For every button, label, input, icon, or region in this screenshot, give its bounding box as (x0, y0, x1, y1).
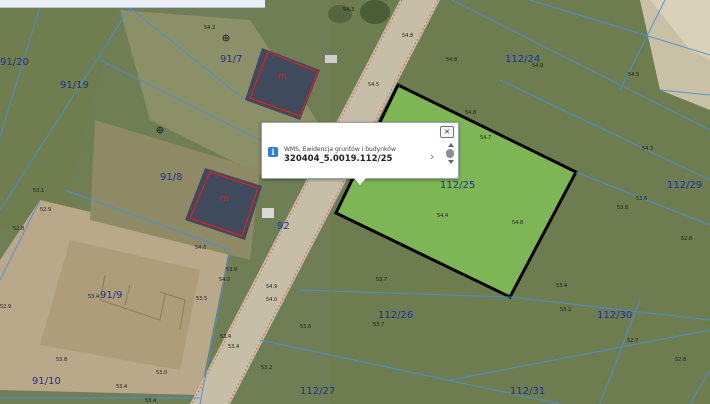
elevation-label: 53.4 (145, 398, 157, 404)
elevation-label: 53.4 (228, 344, 240, 350)
elevation-label: 53.7 (376, 277, 388, 283)
popup-pointer (354, 178, 366, 185)
elevation-label: 53.4 (88, 294, 100, 300)
parcel-label: 91/19 (60, 80, 89, 91)
elevation-label: 54.3 (343, 7, 355, 13)
elevation-label: 54.8 (446, 57, 458, 63)
scroll-up-icon[interactable] (448, 143, 454, 147)
elevation-label: 53.2 (560, 307, 572, 313)
elevation-label: 54.9 (266, 284, 278, 290)
elevation-label: 53.4 (556, 283, 568, 289)
popup-layer-source: WMS, Ewidencja gruntów i budynków (284, 146, 396, 153)
parcel-label: 112/26 (378, 310, 414, 321)
elevation-label: 53.6 (300, 324, 312, 330)
building-label: m (278, 72, 287, 82)
popup-parcel-id[interactable]: 320404_5.0019.112/25 (284, 154, 392, 164)
elevation-label: 54.9 (532, 63, 544, 69)
parcel-label: 91/8 (160, 172, 183, 183)
elevation-label: 53.5 (196, 296, 208, 302)
elevation-label: 54.4 (437, 213, 449, 219)
feature-info-popup: ✕ i WMS, Ewidencja gruntów i budynków 32… (261, 122, 459, 185)
popup-scrollbar[interactable] (446, 143, 456, 173)
parcel-label-selected: 112/25 (440, 180, 476, 191)
elevation-label: 53.1 (33, 188, 45, 194)
building-label: m (220, 194, 229, 204)
elevation-label: 54.8 (402, 33, 414, 39)
parcel-label: 112/30 (597, 310, 633, 321)
elevation-label: 54.7 (480, 135, 492, 141)
elevation-label: 53.4 (116, 384, 128, 390)
elevation-label: 52.8 (681, 236, 693, 242)
popup-close-button[interactable]: ✕ (440, 126, 454, 138)
elevation-label: 52.9 (40, 207, 52, 213)
chevron-right-icon[interactable]: › (430, 150, 434, 163)
elevation-label: 52.9 (0, 304, 12, 310)
elevation-label: 54.0 (266, 297, 278, 303)
elevation-label: 54.8 (465, 110, 477, 116)
elevation-label: 54.0 (195, 245, 207, 251)
scroll-thumb[interactable] (446, 149, 454, 158)
orthophoto-map[interactable] (0, 0, 710, 404)
elevation-label: 53.8 (56, 357, 68, 363)
parcel-label: 112/27 (300, 386, 336, 397)
elevation-label: 54.3 (642, 146, 654, 152)
parcel-label: 91/20 (0, 57, 29, 68)
parcel-label: 91/10 (32, 376, 61, 387)
elevation-label: 53.8 (226, 267, 238, 273)
top-toolbar-strip (0, 0, 265, 8)
elevation-label: 52.7 (627, 338, 639, 344)
parcel-label: 91/7 (220, 54, 243, 65)
elevation-label: 53.8 (617, 205, 629, 211)
parcel-label: 112/29 (667, 180, 703, 191)
elevation-label: 53.0 (156, 370, 168, 376)
info-icon: i (268, 147, 278, 157)
elevation-label: 52.8 (13, 226, 25, 232)
elevation-label: 54.8 (512, 220, 524, 226)
elevation-label: 53.4 (220, 334, 232, 340)
elevation-label: 54.2 (204, 25, 216, 31)
scroll-down-icon[interactable] (448, 160, 454, 164)
parcel-label: 91/9 (100, 290, 123, 301)
elevation-label: 53.2 (261, 365, 273, 371)
elevation-label: 54.5 (628, 72, 640, 78)
parcel-label: 112/31 (510, 386, 546, 397)
elevation-label: 53.6 (636, 196, 648, 202)
elevation-label: 53.7 (373, 322, 385, 328)
parcel-label: 92 (277, 221, 290, 232)
elevation-label: 54.0 (219, 277, 231, 283)
elevation-label: 52.8 (675, 357, 687, 363)
elevation-label: 54.5 (368, 82, 380, 88)
